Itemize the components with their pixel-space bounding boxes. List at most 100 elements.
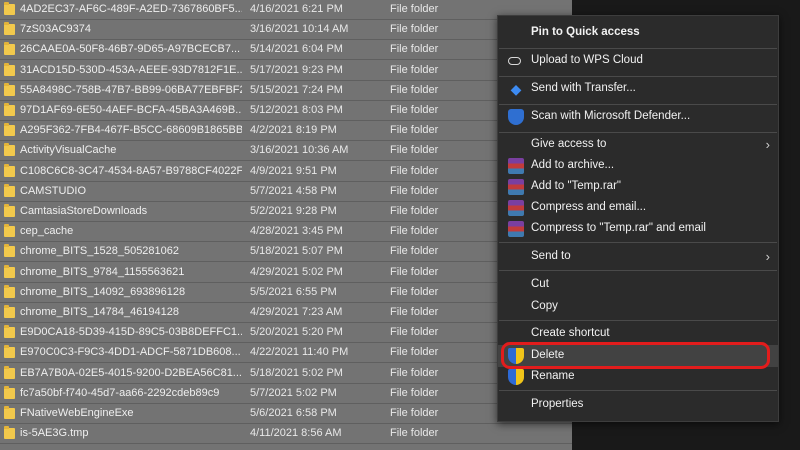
menu-item-compress-and-email[interactable]: Compress and email... [498, 197, 778, 219]
file-name: CAMSTUDIO [20, 184, 86, 197]
file-date-modified: 5/6/2021 6:58 PM [250, 407, 337, 419]
uac-shield-icon [508, 369, 524, 385]
menu-item-send-to[interactable]: Send to › [498, 246, 778, 268]
file-type: File folder [390, 285, 439, 298]
file-row[interactable]: E970C0C3-F9C3-4DD1-ADCF-5871DB608... 4/22… [0, 343, 572, 364]
file-name: chrome_BITS_14092_693896128 [20, 285, 186, 298]
menu-item-add-to-archive[interactable]: Add to archive... [498, 155, 778, 177]
file-type: File folder [390, 164, 439, 177]
file-type: File folder [390, 83, 439, 96]
file-type: File folder [390, 43, 439, 56]
file-row[interactable]: C108C6C8-3C47-4534-8A57-B9788CF4022F 4/9/… [0, 162, 572, 182]
menu-item-label: Compress and email... [531, 201, 647, 213]
folder-icon [4, 244, 15, 258]
folder-icon [4, 365, 15, 379]
menu-item-pin-to-quick-access[interactable]: Pin to Quick access [498, 22, 778, 44]
folder-icon [4, 284, 15, 298]
file-row[interactable]: chrome_BITS_14092_693896128 5/5/2021 6:55… [0, 283, 572, 303]
file-name: chrome_BITS_9784_1155563621 [20, 265, 185, 278]
folder-icon [4, 2, 15, 15]
menu-item-copy[interactable]: Copy [498, 296, 778, 318]
menu-item-cut[interactable]: Cut [498, 274, 778, 296]
menu-item-label: Rename [531, 370, 575, 382]
file-date-modified: 4/9/2021 9:51 PM [250, 164, 337, 177]
folder-icon [4, 62, 15, 76]
menu-item-label: Cut [531, 278, 549, 290]
file-name: 97D1AF69-6E50-4AEF-BCFA-45BA3A469B... [20, 104, 242, 116]
menu-separator [499, 270, 777, 271]
menu-item-send-with-transfer[interactable]: ◆ Send with Transfer... [498, 78, 778, 100]
file-name: C108C6C8-3C47-4534-8A57-B9788CF4022F [20, 164, 242, 177]
file-type: File folder [390, 386, 439, 399]
folder-icon [4, 82, 15, 96]
folder-icon [4, 385, 15, 399]
file-row[interactable]: 31ACD15D-530D-453A-AEEE-93D7812F1E... 5/1… [0, 61, 572, 81]
file-row[interactable]: chrome_BITS_9784_1155563621 4/29/2021 5:0… [0, 263, 572, 283]
file-row[interactable]: chrome_BITS_14784_46194128 4/29/2021 7:23… [0, 303, 572, 323]
file-name: E9D0CA18-5D39-415D-89C5-03B8DEFFC1... [20, 326, 242, 339]
file-row[interactable]: FNativeWebEngineExe 5/6/2021 6:58 PM File … [0, 404, 572, 424]
chevron-right-icon: › [765, 249, 770, 264]
file-row[interactable]: CAMSTUDIO 5/7/2021 4:58 PM File folder [0, 182, 572, 202]
file-type: File folder [390, 407, 439, 419]
file-name: fc7a50bf-f740-45d7-aa66-2292cdeb89c9 [20, 386, 220, 399]
folder-icon [4, 406, 15, 419]
file-row[interactable]: is-5AE3G.tmp 4/11/2021 8:56 AM File folder [0, 424, 572, 445]
folder-icon [4, 204, 15, 217]
menu-separator [499, 390, 777, 391]
file-row[interactable]: 7zS03AC9374 3/16/2021 10:14 AM File folder [0, 20, 572, 41]
folder-icon [4, 183, 15, 197]
file-date-modified: 5/15/2021 7:24 PM [250, 83, 343, 96]
file-row[interactable]: CamtasiaStoreDownloads 5/2/2021 9:28 PM Fi… [0, 202, 572, 222]
file-date-modified: 5/5/2021 6:55 PM [250, 285, 337, 298]
file-row[interactable]: E9D0CA18-5D39-415D-89C5-03B8DEFFC1... 5/2… [0, 323, 572, 344]
menu-item-label: Compress to "Temp.rar" and email [531, 222, 706, 234]
menu-item-label: Copy [531, 300, 558, 312]
file-name: CamtasiaStoreDownloads [20, 205, 148, 217]
file-row[interactable]: 26CAAE0A-50F8-46B7-9D65-A97BCECB7... 5/14… [0, 40, 572, 61]
file-name: is-5AE3G.tmp [20, 427, 89, 440]
menu-item-give-access[interactable]: Give access to › [498, 134, 778, 156]
folder-icon [4, 103, 15, 116]
menu-item-properties[interactable]: Properties [498, 394, 778, 416]
file-row[interactable]: fc7a50bf-f740-45d7-aa66-2292cdeb89c9 5/7/… [0, 384, 572, 404]
menu-item-add-to-temp-rar[interactable]: Add to "Temp.rar" [498, 176, 778, 198]
file-type: File folder [390, 306, 439, 318]
file-type: File folder [390, 3, 439, 15]
file-date-modified: 5/12/2021 8:03 PM [250, 104, 343, 116]
file-row[interactable]: cep_cache 4/28/2021 3:45 PM File folder [0, 222, 572, 243]
file-name: ActivityVisualCache [20, 144, 117, 157]
winrar-icon [508, 179, 524, 195]
menu-item-rename[interactable]: Rename [498, 366, 778, 388]
winrar-icon [508, 221, 524, 237]
file-row[interactable]: A295F362-7FB4-467F-B5CC-68609B1865BB 4/2/… [0, 121, 572, 142]
menu-item-label: Add to archive... [531, 159, 615, 171]
menu-item-scan-defender[interactable]: Scan with Microsoft Defender... [498, 106, 778, 128]
file-type: File folder [390, 245, 439, 258]
file-row[interactable]: 55A8498C-758B-47B7-BB99-06BA77EBFBF2 5/15… [0, 81, 572, 101]
file-row[interactable]: 97D1AF69-6E50-4AEF-BCFA-45BA3A469B... 5/1… [0, 101, 572, 121]
folder-icon [4, 325, 15, 339]
file-date-modified: 5/2/2021 9:28 PM [250, 205, 337, 217]
menu-item-upload-wps-cloud[interactable]: Upload to WPS Cloud [498, 50, 778, 72]
file-row[interactable]: EB7A7B0A-02E5-4015-9200-D2BEA56C81... 5/1… [0, 364, 572, 384]
dropbox-icon: ◆ [510, 81, 522, 97]
file-type: File folder [390, 265, 439, 278]
file-name: chrome_BITS_14784_46194128 [20, 306, 180, 318]
file-row[interactable]: chrome_BITS_1528_505281062 5/18/2021 5:07… [0, 242, 572, 263]
file-row[interactable]: 4AD2EC37-AF6C-489F-A2ED-7367860BF5... 4/1… [0, 0, 572, 20]
chevron-right-icon: › [765, 137, 770, 152]
file-date-modified: 3/16/2021 10:36 AM [250, 144, 349, 157]
file-type: File folder [390, 326, 439, 339]
file-date-modified: 5/14/2021 6:04 PM [250, 43, 343, 56]
menu-item-label: Send with Transfer... [531, 82, 636, 94]
file-type: File folder [390, 366, 439, 379]
folder-icon [4, 123, 15, 137]
file-type: File folder [390, 63, 439, 76]
file-name: 4AD2EC37-AF6C-489F-A2ED-7367860BF5... [20, 3, 242, 15]
menu-item-compress-temp-email[interactable]: Compress to "Temp.rar" and email [498, 218, 778, 240]
shield-icon [508, 109, 524, 125]
file-row[interactable]: ActivityVisualCache 3/16/2021 10:36 AM Fil… [0, 141, 572, 162]
menu-item-label: Pin to Quick access [531, 26, 640, 38]
folder-icon [4, 305, 15, 318]
